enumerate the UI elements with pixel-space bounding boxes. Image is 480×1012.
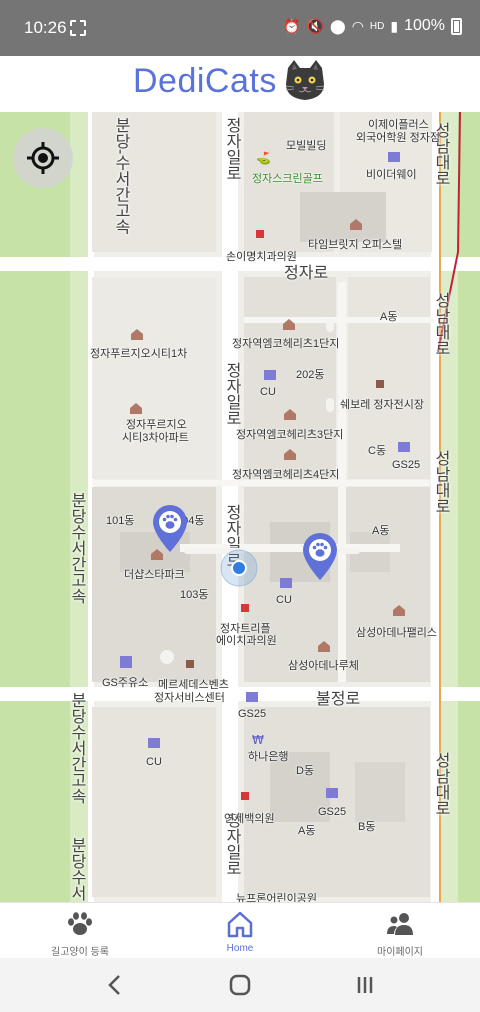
cat-paw-marker[interactable]: [151, 504, 189, 554]
cat-paw-marker[interactable]: [301, 532, 339, 582]
alarm-icon: ⏰: [283, 17, 301, 34]
poi-icons: ₩ ⛳: [120, 151, 410, 800]
mute-icon: 🔇: [306, 17, 325, 34]
nav-register-cat[interactable]: 길고양이 등록: [25, 903, 135, 959]
svg-text:₩: ₩: [252, 733, 264, 747]
svg-text:⛳: ⛳: [256, 151, 271, 165]
nav-label: Home: [226, 943, 254, 954]
map-view[interactable]: 정자로 불정로 정자일로 정자일로 정자일로 정자일로 성남대로 성남대로 성남…: [0, 112, 480, 902]
battery-text: 100%: [404, 17, 445, 34]
hd-icon: HD: [369, 20, 385, 32]
location-icon: ⬤: [330, 17, 346, 34]
system-nav-bar: [0, 958, 480, 1012]
signal-icon: ▮: [390, 17, 399, 34]
bottom-nav: 길고양이 등록 Home 마이페이지: [0, 902, 480, 958]
current-location-dot: [220, 549, 258, 587]
screenshot-icon: [70, 20, 86, 36]
home-icon: [227, 911, 253, 938]
recents-icon[interactable]: [350, 972, 380, 998]
home-circle-icon[interactable]: [225, 972, 255, 998]
wifi-icon: ◠: [351, 17, 364, 34]
nav-mypage[interactable]: 마이페이지: [345, 903, 455, 959]
app-header: DediCats: [0, 56, 480, 112]
nav-label: 길고양이 등록: [51, 947, 109, 958]
status-icons: ⏰ 🔇 ⬤ ◠ HD ▮ 100%: [283, 17, 462, 35]
home-poi-icon: [130, 219, 405, 652]
back-icon[interactable]: [100, 972, 130, 998]
battery-icon: [451, 17, 462, 35]
people-icon: [387, 913, 413, 935]
paw-icon: [68, 912, 92, 935]
nav-label: 마이페이지: [377, 947, 423, 958]
cat-face-icon: [285, 60, 325, 100]
nav-home[interactable]: Home: [185, 903, 295, 959]
app-title: DediCats: [133, 62, 277, 100]
status-time: 10:26: [24, 18, 67, 37]
status-bar: 10:26 ⏰ 🔇 ⬤ ◠ HD ▮ 100%: [0, 0, 480, 56]
